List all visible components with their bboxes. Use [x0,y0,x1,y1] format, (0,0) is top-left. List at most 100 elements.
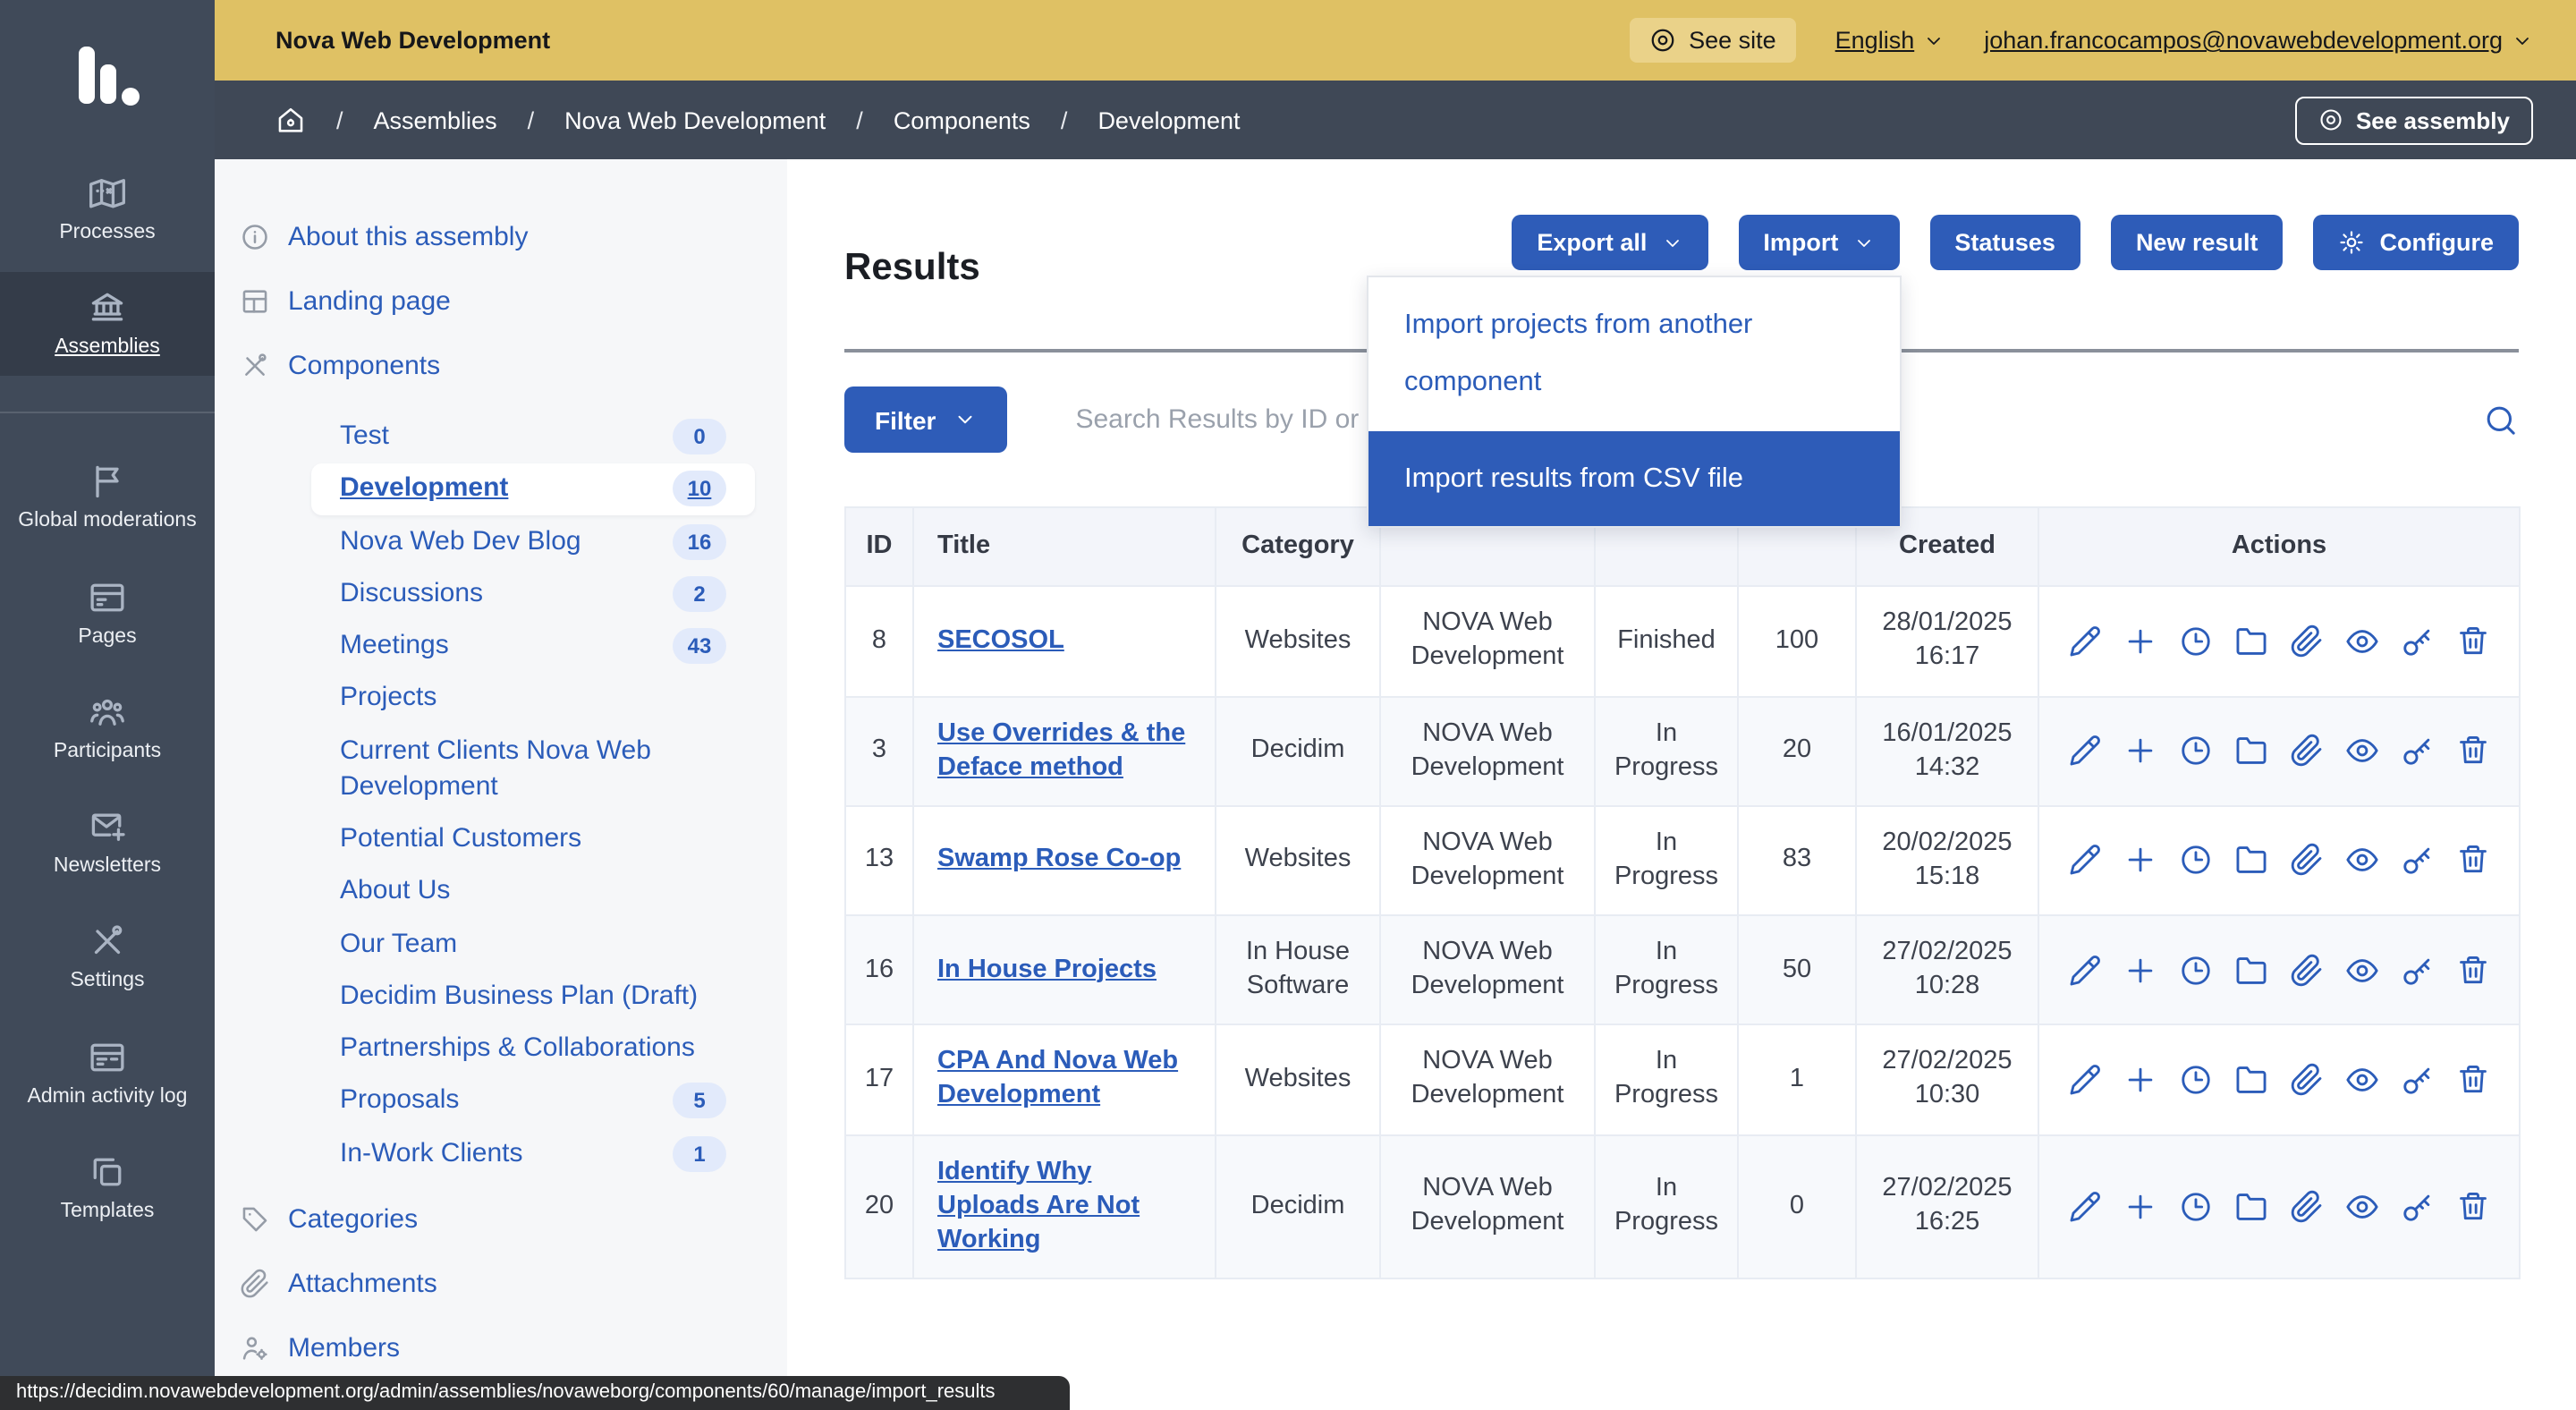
delete-icon[interactable] [2456,1189,2490,1223]
permissions-icon[interactable] [2401,624,2435,658]
decidim-logo[interactable] [0,0,215,157]
edit-icon[interactable] [2068,953,2102,987]
see-site-button[interactable]: See site [1630,18,1796,63]
edit-icon[interactable] [2068,844,2102,878]
result-link[interactable]: SECOSOL [937,626,1064,655]
result-link[interactable]: Use Overrides & the Deface method [937,718,1185,781]
rail-item-global-moderations[interactable]: Global moderations [0,446,215,550]
component-decidim-business-plan[interactable]: Decidim Business Plan (Draft) [311,972,755,1023]
menu-item-import-results-csv[interactable]: Import results from CSV file [1368,430,1900,527]
delete-icon[interactable] [2456,844,2490,878]
add-icon[interactable] [2123,1189,2157,1223]
user-menu[interactable]: johan.francocampos@novawebdevelopment.or… [1984,27,2533,54]
result-link[interactable]: Swamp Rose Co-op [937,845,1181,874]
search-icon[interactable] [2483,402,2519,437]
preview-icon[interactable] [2345,1189,2379,1223]
attachments-icon[interactable] [2290,1189,2324,1223]
folder-icon[interactable] [2234,624,2268,658]
timeline-icon[interactable] [2179,624,2213,658]
rail-item-assemblies[interactable]: Assemblies [0,272,215,376]
rail-item-admin-activity-log[interactable]: Admin activity log [0,1021,215,1125]
attachments-icon[interactable] [2290,1063,2324,1097]
component-potential-customers[interactable]: Potential Customers [311,814,755,865]
component-current-clients[interactable]: Current Clients Nova Web Development [311,726,755,812]
folder-icon[interactable] [2234,844,2268,878]
configure-button[interactable]: Configure [2314,215,2520,270]
result-link[interactable]: Identify Why Uploads Are Not Working [937,1157,1140,1254]
see-assembly-button[interactable]: See assembly [2295,96,2533,144]
delete-icon[interactable] [2456,1063,2490,1097]
rail-item-settings[interactable]: Settings [0,906,215,1010]
menu-members[interactable]: Members [240,1329,755,1367]
filter-button[interactable]: Filter [844,386,1007,453]
timeline-icon[interactable] [2179,734,2213,768]
add-icon[interactable] [2123,953,2157,987]
add-icon[interactable] [2123,844,2157,878]
rail-item-newsletters[interactable]: Newsletters [0,791,215,895]
export-all-button[interactable]: Export all [1512,215,1707,270]
folder-icon[interactable] [2234,1063,2268,1097]
delete-icon[interactable] [2456,624,2490,658]
delete-icon[interactable] [2456,734,2490,768]
rail-item-participants[interactable]: Participants [0,676,215,780]
menu-about-this-assembly[interactable]: About this assembly [240,218,755,256]
add-icon[interactable] [2123,624,2157,658]
component-partnerships[interactable]: Partnerships & Collaborations [311,1024,755,1074]
folder-icon[interactable] [2234,734,2268,768]
delete-icon[interactable] [2456,953,2490,987]
edit-icon[interactable] [2068,1189,2102,1223]
attachments-icon[interactable] [2290,734,2324,768]
attachments-icon[interactable] [2290,953,2324,987]
permissions-icon[interactable] [2401,1189,2435,1223]
edit-icon[interactable] [2068,1063,2102,1097]
edit-icon[interactable] [2068,734,2102,768]
timeline-icon[interactable] [2179,1063,2213,1097]
rail-item-pages[interactable]: Pages [0,561,215,665]
permissions-icon[interactable] [2401,844,2435,878]
menu-attachments[interactable]: Attachments [240,1265,755,1303]
menu-categories[interactable]: Categories [240,1201,755,1238]
component-meetings[interactable]: Meetings 43 [311,621,755,672]
result-link[interactable]: CPA And Nova Web Development [937,1048,1178,1110]
timeline-icon[interactable] [2179,953,2213,987]
add-icon[interactable] [2123,1063,2157,1097]
component-projects[interactable]: Projects [311,674,755,725]
permissions-icon[interactable] [2401,734,2435,768]
edit-icon[interactable] [2068,624,2102,658]
component-test[interactable]: Test 0 [311,412,755,463]
component-in-work-clients[interactable]: In-Work Clients 1 [311,1128,755,1179]
component-about-us[interactable]: About Us [311,867,755,918]
attachments-icon[interactable] [2290,844,2324,878]
menu-components[interactable]: Components [240,347,755,385]
preview-icon[interactable] [2345,953,2379,987]
import-button[interactable]: Import [1738,215,1899,270]
new-result-button[interactable]: New result [2111,215,2284,270]
rail-item-processes[interactable]: Processes [0,157,215,261]
preview-icon[interactable] [2345,1063,2379,1097]
component-development[interactable]: Development 10 [311,464,755,515]
rail-item-templates[interactable]: Templates [0,1136,215,1240]
preview-icon[interactable] [2345,624,2379,658]
breadcrumb-components[interactable]: Components [894,106,1030,133]
attachments-icon[interactable] [2290,624,2324,658]
component-discussions[interactable]: Discussions 2 [311,569,755,620]
folder-icon[interactable] [2234,1189,2268,1223]
timeline-icon[interactable] [2179,1189,2213,1223]
component-nova-web-dev-blog[interactable]: Nova Web Dev Blog 16 [311,516,755,567]
breadcrumb-assembly[interactable]: Nova Web Development [564,106,826,133]
breadcrumb-development[interactable]: Development [1097,106,1240,133]
statuses-button[interactable]: Statuses [1929,215,2080,270]
result-link[interactable]: In House Projects [937,955,1157,983]
language-selector[interactable]: English [1835,27,1945,54]
permissions-icon[interactable] [2401,953,2435,987]
component-our-team[interactable]: Our Team [311,919,755,970]
folder-icon[interactable] [2234,953,2268,987]
menu-landing-page[interactable]: Landing page [240,283,755,320]
add-icon[interactable] [2123,734,2157,768]
breadcrumb-assemblies[interactable]: Assemblies [374,106,497,133]
timeline-icon[interactable] [2179,844,2213,878]
component-proposals[interactable]: Proposals 5 [311,1076,755,1127]
permissions-icon[interactable] [2401,1063,2435,1097]
menu-item-import-projects[interactable]: Import projects from another component [1368,277,1900,430]
home-icon[interactable] [275,105,306,135]
